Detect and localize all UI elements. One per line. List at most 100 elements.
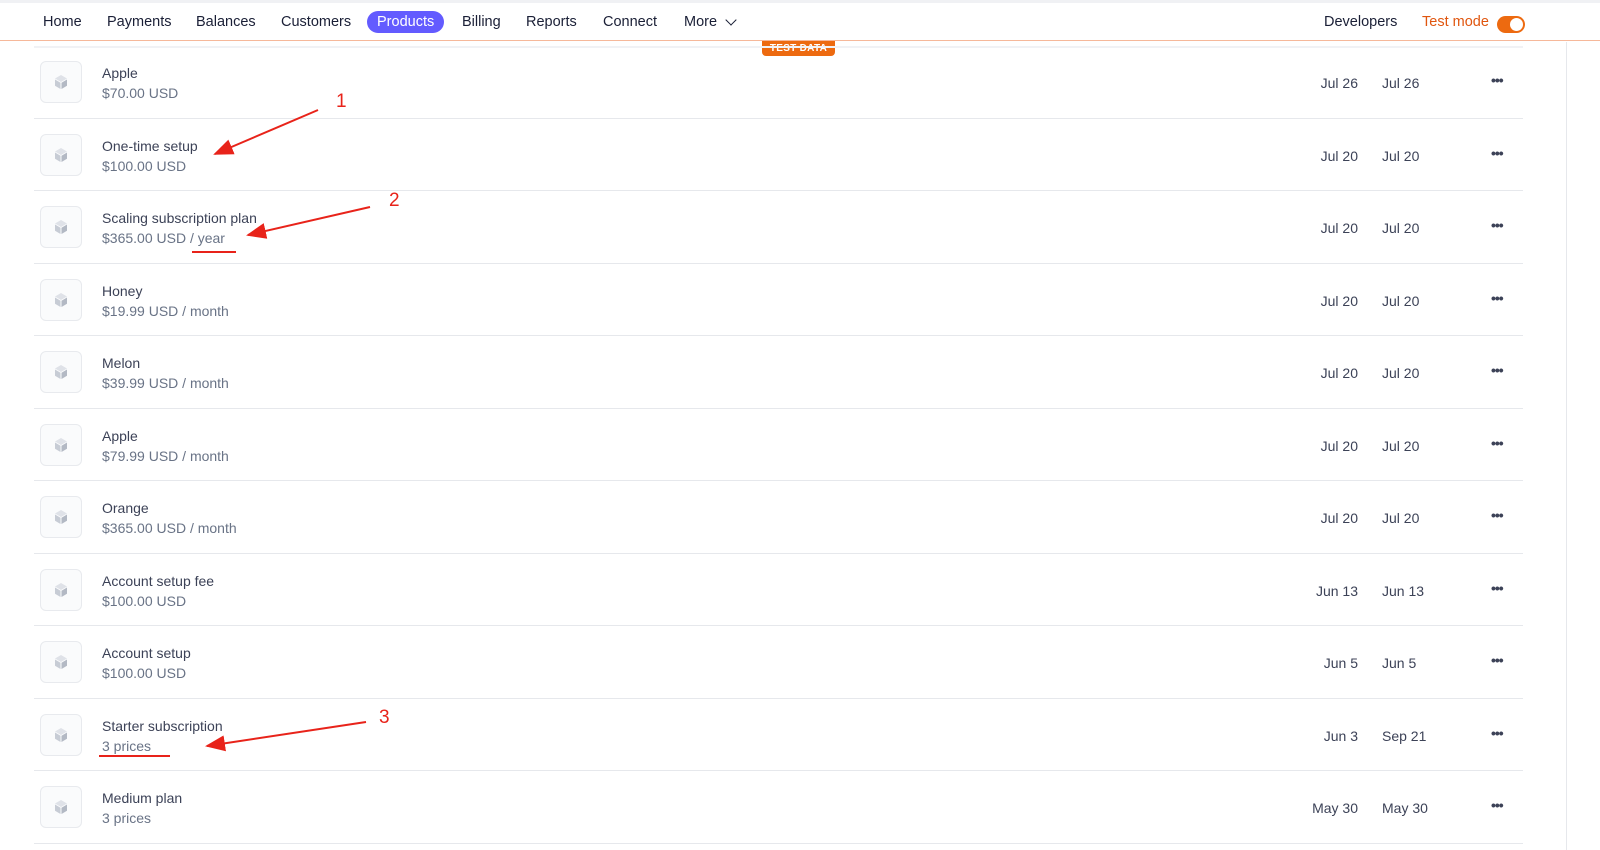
box-icon xyxy=(55,655,67,669)
box-icon xyxy=(55,510,67,524)
created-date: Jul 20 xyxy=(1320,365,1358,381)
test-mode-toggle[interactable] xyxy=(1497,16,1525,33)
nav-customers[interactable]: Customers xyxy=(271,11,361,33)
updated-date: Jul 20 xyxy=(1382,292,1420,309)
product-row[interactable]: Honey $19.99 USD / month Jul 20 Jul 20 •… xyxy=(34,264,1523,336)
product-icon xyxy=(40,568,82,611)
updated-date: Jul 20 xyxy=(1382,220,1420,236)
box-icon xyxy=(55,727,67,742)
box-icon xyxy=(55,147,67,162)
products-list: Apple $70.00 USD Jul 26 Jul 26 ••• One-t… xyxy=(34,46,1523,844)
nav-products[interactable]: Products xyxy=(367,11,445,33)
nav-balances[interactable]: Balances xyxy=(186,11,266,33)
updated-date: Sep 21 xyxy=(1382,727,1427,744)
product-row[interactable]: Apple $79.99 USD / month Jul 20 Jul 20 •… xyxy=(34,409,1523,481)
created-date: Jul 26 xyxy=(1320,75,1358,91)
product-price: $79.99 USD / month xyxy=(102,447,229,464)
created-date: Jun 3 xyxy=(1323,727,1358,744)
ellipsis-icon[interactable]: ••• xyxy=(1491,797,1504,813)
updated-date: Jun 13 xyxy=(1382,582,1425,599)
nav-reports[interactable]: Reports xyxy=(516,11,587,33)
created-date: Jun 5 xyxy=(1323,655,1358,671)
updated-date: Jul 26 xyxy=(1382,75,1420,91)
product-icon xyxy=(40,496,82,538)
product-price: $365.00 USD / year xyxy=(102,230,225,246)
product-name[interactable]: Honey xyxy=(102,283,142,299)
product-name[interactable]: Apple xyxy=(102,428,138,444)
ellipsis-icon[interactable]: ••• xyxy=(1491,290,1504,306)
product-name[interactable]: Medium plan xyxy=(102,790,182,806)
ellipsis-icon[interactable]: ••• xyxy=(1491,362,1504,378)
box-icon xyxy=(55,292,67,307)
product-price: 3 prices xyxy=(102,737,152,754)
created-date: Jul 20 xyxy=(1320,220,1358,236)
ellipsis-icon[interactable]: ••• xyxy=(1491,145,1504,161)
product-name[interactable]: One-time setup xyxy=(102,138,198,154)
product-name[interactable]: Account setup xyxy=(102,645,191,661)
updated-date: Jul 20 xyxy=(1382,147,1420,164)
divider xyxy=(34,46,1523,48)
updated-date: May 30 xyxy=(1382,800,1428,816)
nav-developers[interactable]: Developers xyxy=(1314,11,1407,33)
ellipsis-icon[interactable]: ••• xyxy=(1491,652,1504,668)
product-icon xyxy=(40,278,82,321)
product-icon xyxy=(40,641,82,683)
annotation-number-3: 3 xyxy=(379,707,390,728)
product-name[interactable]: Account setup fee xyxy=(102,573,214,589)
product-name[interactable]: Orange xyxy=(102,500,149,516)
product-row[interactable]: Starter subscription 3 prices Jun 3 Sep … xyxy=(34,699,1523,771)
ellipsis-icon[interactable]: ••• xyxy=(1491,435,1504,451)
created-date: Jul 20 xyxy=(1320,437,1358,454)
updated-date: Jul 20 xyxy=(1382,437,1420,454)
product-price: $100.00 USD xyxy=(102,665,187,681)
product-name[interactable]: Melon xyxy=(102,355,140,371)
nav-connect[interactable]: Connect xyxy=(593,11,667,33)
nav-home[interactable]: Home xyxy=(33,11,92,33)
nav-more[interactable]: More xyxy=(674,11,745,33)
product-price: $19.99 USD / month xyxy=(102,302,229,319)
created-date: Jul 20 xyxy=(1320,292,1358,309)
ellipsis-icon[interactable]: ••• xyxy=(1491,217,1504,233)
created-date: Jun 13 xyxy=(1315,582,1358,599)
ellipsis-icon[interactable]: ••• xyxy=(1491,507,1504,523)
product-icon xyxy=(40,61,82,103)
product-name[interactable]: Starter subscription xyxy=(102,718,223,734)
test-mode-label: Test mode xyxy=(1422,14,1489,30)
product-row[interactable]: Apple $70.00 USD Jul 26 Jul 26 ••• xyxy=(34,46,1523,119)
ellipsis-icon[interactable]: ••• xyxy=(1491,72,1504,88)
annotation-number-2: 2 xyxy=(389,190,400,211)
box-icon xyxy=(55,437,67,452)
product-price: $39.99 USD / month xyxy=(102,375,229,391)
nav-payments[interactable]: Payments xyxy=(97,11,181,33)
created-date: May 30 xyxy=(1312,800,1358,816)
annotation-number-1: 1 xyxy=(336,91,347,112)
box-icon xyxy=(55,75,67,89)
product-price: $100.00 USD xyxy=(102,157,187,174)
product-icon xyxy=(40,206,82,248)
product-name[interactable]: Apple xyxy=(102,65,138,81)
box-icon xyxy=(55,365,67,379)
product-row[interactable]: Account setup $100.00 USD Jun 5 Jun 5 ••… xyxy=(34,626,1523,699)
updated-date: Jul 20 xyxy=(1382,365,1420,381)
box-icon xyxy=(55,220,67,234)
chevron-down-icon xyxy=(725,14,737,26)
product-icon xyxy=(40,133,82,176)
product-row[interactable]: Account setup fee $100.00 USD Jun 13 Jun… xyxy=(34,554,1523,626)
created-date: Jul 20 xyxy=(1320,510,1358,526)
product-row[interactable]: Medium plan 3 prices May 30 May 30 ••• xyxy=(34,771,1523,844)
top-nav: Home Payments Balances Customers Product… xyxy=(0,3,1600,41)
nav-billing[interactable]: Billing xyxy=(452,11,511,33)
product-price: $70.00 USD xyxy=(102,85,179,101)
scroll-divider xyxy=(1566,42,1567,850)
product-icon xyxy=(40,786,82,828)
product-name[interactable]: Scaling subscription plan xyxy=(102,210,257,226)
product-row[interactable]: Melon $39.99 USD / month Jul 20 Jul 20 •… xyxy=(34,336,1523,409)
product-icon xyxy=(40,351,82,393)
product-row[interactable]: Scaling subscription plan $365.00 USD / … xyxy=(34,191,1523,264)
ellipsis-icon[interactable]: ••• xyxy=(1491,580,1504,596)
updated-date: Jul 20 xyxy=(1382,510,1420,526)
product-row[interactable]: Orange $365.00 USD / month Jul 20 Jul 20… xyxy=(34,481,1523,554)
product-price: $365.00 USD / month xyxy=(102,520,237,536)
product-row[interactable]: One-time setup $100.00 USD Jul 20 Jul 20… xyxy=(34,119,1523,191)
ellipsis-icon[interactable]: ••• xyxy=(1491,725,1504,741)
